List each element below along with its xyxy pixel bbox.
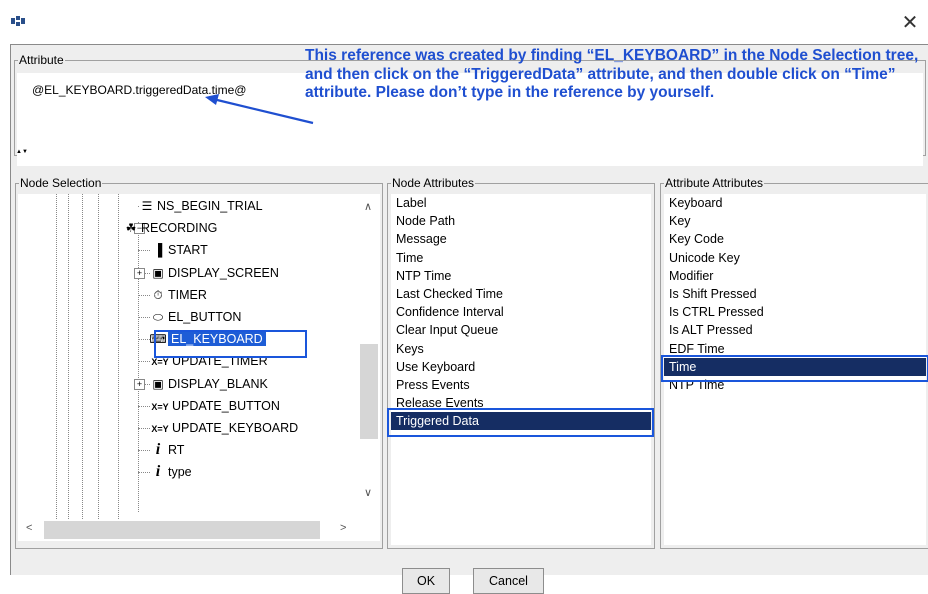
list-item[interactable]: Confidence Interval bbox=[391, 303, 651, 321]
update-icon: X=Y bbox=[151, 357, 169, 368]
expand-icon[interactable]: + bbox=[134, 267, 145, 279]
list-item[interactable]: Is ALT Pressed bbox=[664, 321, 926, 339]
scroll-left-icon[interactable]: < bbox=[26, 522, 32, 534]
list-item[interactable]: Keys bbox=[391, 340, 651, 358]
list-item[interactable]: Key Code bbox=[664, 230, 926, 248]
tree-item-start[interactable]: ▐ START bbox=[148, 239, 208, 261]
tree-item-label: START bbox=[168, 243, 208, 258]
tree-item-label: type bbox=[168, 465, 192, 480]
start-icon: ▐ bbox=[153, 243, 163, 258]
node-selection-tree[interactable]: ☰ NS_BEGIN_TRIAL − ☘ RECORDING ▐ START + ▣ DISPLA… bbox=[18, 194, 358, 519]
scroll-right-icon[interactable]: > bbox=[340, 522, 346, 534]
tree-item-display-screen[interactable]: ▣ DISPLAY_SCREEN bbox=[148, 262, 279, 284]
button-icon: ⬭ bbox=[152, 310, 164, 324]
tree-guide-line bbox=[118, 194, 119, 519]
annotation-arrow-icon bbox=[205, 94, 314, 125]
tree-item-ns-begin-trial[interactable]: ☰ NS_BEGIN_TRIAL bbox=[137, 195, 263, 217]
list-item[interactable]: Modifier bbox=[664, 267, 926, 285]
recording-icon: ☘ bbox=[125, 221, 137, 236]
list-item[interactable]: NTP Time bbox=[391, 267, 651, 285]
tree-guide-line bbox=[56, 194, 57, 519]
tree-item-type[interactable]: i type bbox=[148, 461, 192, 483]
display-icon: ▣ bbox=[152, 376, 164, 391]
tree-item-label: DISPLAY_SCREEN bbox=[168, 265, 279, 280]
splitter-arrows-icon[interactable]: ▲▼ bbox=[16, 149, 28, 155]
tree-item-label: TIMER bbox=[168, 287, 207, 302]
list-item[interactable]: Is Shift Pressed bbox=[664, 285, 926, 303]
tree-item-label: EL_BUTTON bbox=[168, 310, 242, 324]
dialog-body: Attribute @EL_KEYBOARD.triggeredData.tim… bbox=[10, 44, 928, 594]
list-item[interactable]: Release Events bbox=[391, 394, 651, 412]
list-item[interactable]: Press Events bbox=[391, 376, 651, 394]
list-item[interactable]: Is CTRL Pressed bbox=[664, 303, 926, 321]
node-selection-group: Node Selection ☰ NS_BEGIN_TRIAL − ☘ RECORDIN… bbox=[15, 176, 383, 549]
tree-item-update-timer[interactable]: X=Y UPDATE_TIMER bbox=[148, 350, 268, 372]
tree-item-label: RT bbox=[168, 443, 185, 458]
app-icon bbox=[11, 16, 25, 26]
tree-vertical-scrollbar[interactable]: ∧ ∨ bbox=[358, 194, 380, 519]
list-item[interactable]: NTP Time bbox=[664, 376, 926, 394]
node-selection-legend: Node Selection bbox=[20, 176, 102, 190]
list-item[interactable]: Triggered Data bbox=[391, 412, 651, 431]
attribute-attributes-group: Attribute Attributes Keyboard Key Key Code… bbox=[660, 176, 928, 549]
node-attributes-legend: Node Attributes bbox=[392, 176, 475, 190]
variable-icon: i bbox=[155, 441, 161, 459]
tree-item-label: UPDATE_KEYBOARD bbox=[172, 421, 299, 435]
node-attributes-list[interactable]: Label Node Path Message Time NTP Time Last Ch… bbox=[391, 194, 651, 545]
attribute-legend: Attribute bbox=[19, 53, 64, 67]
display-icon: ▣ bbox=[152, 265, 164, 280]
attribute-attributes-list[interactable]: Keyboard Key Key Code Unicode Key Modifier Is… bbox=[664, 194, 926, 545]
update-icon: X=Y bbox=[151, 401, 169, 412]
horizontal-scroll-thumb[interactable] bbox=[44, 521, 320, 539]
list-item[interactable]: Label bbox=[391, 194, 651, 212]
tree-item-rt[interactable]: i RT bbox=[148, 439, 185, 461]
sequence-icon: ☰ bbox=[141, 199, 153, 213]
tree-item-label: UPDATE_BUTTON bbox=[172, 398, 280, 413]
expand-icon[interactable]: + bbox=[134, 378, 145, 390]
tree-guide-line bbox=[68, 194, 69, 519]
tree-item-timer[interactable]: ⏱ TIMER bbox=[148, 284, 207, 306]
list-item[interactable]: Keyboard bbox=[664, 194, 926, 212]
tree-item-label: DISPLAY_BLANK bbox=[168, 376, 268, 391]
list-item[interactable]: Last Checked Time bbox=[391, 285, 651, 303]
tree-item-update-button[interactable]: X=Y UPDATE_BUTTON bbox=[148, 395, 280, 417]
instruction-annotation: This reference was created by finding “E… bbox=[305, 47, 919, 101]
tree-item-label: UPDATE_TIMER bbox=[172, 354, 268, 369]
attribute-attributes-legend: Attribute Attributes bbox=[665, 176, 764, 190]
tree-item-el-keyboard[interactable]: ⌨ EL_KEYBOARD bbox=[148, 328, 266, 350]
tree-guide-line bbox=[82, 194, 83, 519]
list-item[interactable]: Key bbox=[664, 212, 926, 230]
tree-item-label: EL_KEYBOARD bbox=[168, 332, 266, 347]
list-item[interactable]: EDF Time bbox=[664, 340, 926, 358]
list-item[interactable]: Clear Input Queue bbox=[391, 321, 651, 339]
tree-item-recording[interactable]: ☘ RECORDING bbox=[121, 217, 218, 239]
vertical-scroll-thumb[interactable] bbox=[360, 344, 378, 439]
cancel-button[interactable]: Cancel bbox=[473, 568, 544, 594]
scroll-up-icon[interactable]: ∧ bbox=[364, 200, 372, 213]
tree-item-label: RECORDING bbox=[141, 221, 218, 236]
tree-horizontal-scrollbar[interactable]: < > bbox=[18, 519, 380, 541]
variable-icon: i bbox=[155, 463, 161, 481]
scroll-down-icon[interactable]: ∨ bbox=[364, 486, 372, 499]
list-item[interactable]: Unicode Key bbox=[664, 249, 926, 267]
tree-guide-line bbox=[138, 222, 139, 512]
list-item[interactable]: Message bbox=[391, 230, 651, 248]
list-item[interactable]: Time bbox=[391, 249, 651, 267]
ok-button[interactable]: OK bbox=[402, 568, 450, 594]
tree-guide-line bbox=[98, 194, 99, 519]
list-item[interactable]: Node Path bbox=[391, 212, 651, 230]
list-item[interactable]: Time bbox=[664, 357, 926, 376]
tree-item-display-blank[interactable]: ▣ DISPLAY_BLANK bbox=[148, 373, 268, 395]
list-item[interactable]: Use Keyboard bbox=[391, 358, 651, 376]
tree-item-label: NS_BEGIN_TRIAL bbox=[157, 199, 263, 213]
title-bar: ✕ bbox=[0, 0, 928, 44]
tree-item-update-keyboard[interactable]: X=Y UPDATE_KEYBOARD bbox=[148, 417, 298, 439]
update-icon: X=Y bbox=[151, 424, 169, 434]
keyboard-icon: ⌨ bbox=[149, 332, 167, 347]
close-icon[interactable]: ✕ bbox=[898, 10, 922, 34]
node-attributes-group: Node Attributes Label Node Path Message Tim… bbox=[387, 176, 655, 549]
tree-item-el-button[interactable]: ⬭ EL_BUTTON bbox=[148, 306, 242, 328]
timer-icon: ⏱ bbox=[153, 287, 163, 302]
